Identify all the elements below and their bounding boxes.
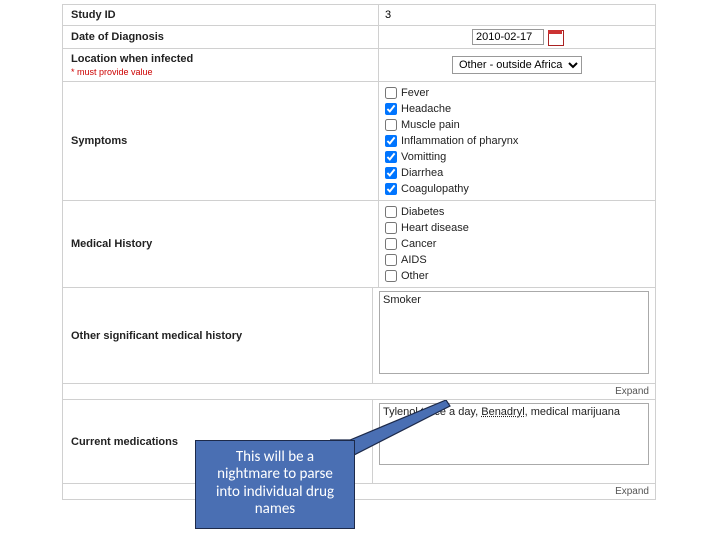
expand-row-current-meds: Expand (62, 484, 656, 500)
label-study-id: Study ID (63, 5, 378, 25)
callout-box: This will be a nightmare to parse into i… (195, 440, 355, 529)
symptom-option-label: Muscle pain (401, 119, 460, 131)
medical-history-option: Heart disease (385, 220, 649, 236)
other-history-textarea-wrap (379, 291, 649, 374)
expand-link[interactable]: Expand (615, 486, 649, 497)
symptom-option: Fever (385, 85, 649, 101)
symptom-option-label: Fever (401, 87, 429, 99)
label-medical-history: Medical History (63, 201, 378, 287)
medical-history-option-label: AIDS (401, 254, 427, 266)
symptom-option: Headache (385, 101, 649, 117)
medical-history-checkbox[interactable] (385, 222, 397, 234)
medical-history-option: Diabetes (385, 204, 649, 220)
other-history-textarea[interactable] (380, 292, 648, 370)
medical-history-option-label: Other (401, 270, 429, 282)
location-select[interactable]: Other - outside Africa (452, 56, 582, 74)
symptom-checkbox[interactable] (385, 119, 397, 131)
symptom-checkbox[interactable] (385, 167, 397, 179)
row-other-history: Other significant medical history (62, 288, 656, 384)
symptom-checkbox[interactable] (385, 87, 397, 99)
medical-history-option-label: Diabetes (401, 206, 444, 218)
expand-link[interactable]: Expand (615, 386, 649, 397)
label-location: Location when infected * must provide va… (63, 49, 378, 81)
label-text: Study ID (71, 9, 370, 21)
medical-history-option-label: Heart disease (401, 222, 469, 234)
symptom-option-label: Inflammation of pharynx (401, 135, 518, 147)
label-text: Medical History (71, 238, 370, 250)
label-symptoms: Symptoms (63, 82, 378, 200)
label-diagnosis-date: Date of Diagnosis (63, 26, 378, 48)
label-other-history: Other significant medical history (63, 288, 372, 383)
row-symptoms: Symptoms Fever Headache Muscle pain Inflamm… (62, 82, 656, 201)
required-note: * must provide value (71, 67, 370, 77)
label-text: Location when infected (71, 53, 370, 65)
symptom-option: Coagulopathy (385, 181, 649, 197)
value-diagnosis-date (378, 26, 655, 48)
diagnosis-date-input[interactable] (472, 29, 544, 45)
symptom-checkbox[interactable] (385, 103, 397, 115)
value-symptoms: Fever Headache Muscle pain Inflammation of … (378, 82, 655, 200)
value-medical-history: Diabetes Heart disease Cancer AIDS Other (378, 201, 655, 287)
label-text: Other significant medical history (71, 330, 364, 342)
symptom-option-label: Coagulopathy (401, 183, 469, 195)
symptom-checkbox[interactable] (385, 135, 397, 147)
expand-row-other-history: Expand (62, 384, 656, 400)
study-id-value: 3 (385, 9, 649, 21)
symptom-option: Diarrhea (385, 165, 649, 181)
medical-history-option: Other (385, 268, 649, 284)
value-location: Other - outside Africa (378, 49, 655, 81)
medical-history-checkbox[interactable] (385, 270, 397, 282)
row-location: Location when infected * must provide va… (62, 49, 656, 82)
row-medical-history: Medical History Diabetes Heart disease Can… (62, 201, 656, 288)
symptom-checkbox[interactable] (385, 151, 397, 163)
label-text: Symptoms (71, 135, 370, 147)
callout-text: This will be a nightmare to parse into i… (216, 448, 334, 518)
symptom-option-label: Vomitting (401, 151, 446, 163)
label-text: Date of Diagnosis (71, 31, 370, 43)
symptom-option: Vomitting (385, 149, 649, 165)
row-study-id: Study ID 3 (62, 4, 656, 26)
value-study-id: 3 (378, 5, 655, 25)
medical-history-checkbox[interactable] (385, 238, 397, 250)
medical-history-checkbox[interactable] (385, 254, 397, 266)
value-other-history (372, 288, 655, 383)
symptom-option: Muscle pain (385, 117, 649, 133)
medical-history-option: Cancer (385, 236, 649, 252)
symptom-option-label: Diarrhea (401, 167, 443, 179)
medical-history-checkbox[interactable] (385, 206, 397, 218)
symptom-option-label: Headache (401, 103, 451, 115)
symptom-checkbox[interactable] (385, 183, 397, 195)
symptom-option: Inflammation of pharynx (385, 133, 649, 149)
row-diagnosis-date: Date of Diagnosis (62, 26, 656, 49)
medical-history-option: AIDS (385, 252, 649, 268)
medical-history-option-label: Cancer (401, 238, 436, 250)
calendar-icon[interactable] (548, 30, 562, 44)
